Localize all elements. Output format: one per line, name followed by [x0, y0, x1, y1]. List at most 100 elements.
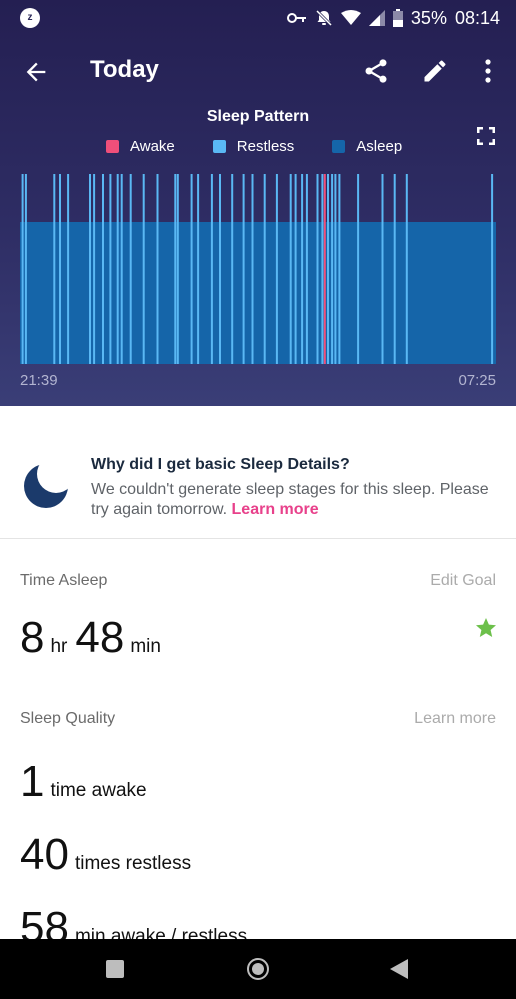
- chart-event-restless-15: [176, 174, 179, 364]
- section-divider: [0, 538, 516, 539]
- fullscreen-icon[interactable]: [474, 124, 498, 148]
- status-bar: z 35% 08:14: [0, 0, 516, 36]
- system-nav-bar: [0, 939, 516, 999]
- chart-event-restless-26: [294, 174, 297, 364]
- hours-value: 8: [20, 613, 45, 662]
- status-time: 08:14: [454, 7, 500, 28]
- chart-event-restless-27: [301, 174, 304, 364]
- chart-event-restless-14: [174, 174, 177, 364]
- chart-event-restless-5: [89, 174, 91, 364]
- awake-count-unit: time awake: [50, 780, 147, 801]
- legend-label-restless: Restless: [236, 138, 295, 155]
- chart-band-asleep: [20, 222, 496, 364]
- info-title: Why did I get basic Sleep Details?: [91, 456, 350, 473]
- legend-asleep: Asleep: [332, 138, 402, 155]
- chart-event-restless-32: [327, 174, 329, 364]
- home-button[interactable]: [247, 958, 269, 980]
- chart-event-restless-2: [53, 174, 56, 364]
- notifications-off-icon: [315, 9, 332, 27]
- legend-restless: Restless: [212, 138, 295, 155]
- chart-event-awake-31: [323, 174, 326, 364]
- chart-event-restless-22: [251, 174, 254, 364]
- chart-event-restless-8: [109, 174, 112, 364]
- sleep-pattern-chart: [20, 174, 496, 364]
- goal-star-icon: [476, 618, 496, 637]
- chart-event-restless-9: [116, 174, 119, 364]
- legend-awake: Awake: [106, 138, 175, 155]
- restless-count-value: 40: [20, 830, 69, 879]
- chart-event-restless-7: [102, 174, 104, 364]
- chart-event-restless-23: [263, 174, 266, 364]
- chart-event-restless-3: [59, 174, 61, 364]
- chart-event-restless-0: [21, 174, 24, 364]
- sleep-header: z 35% 08:14 Today Sleep Pattern Awake Re…: [0, 0, 516, 406]
- awake-count-row: 1 time awake: [20, 760, 155, 804]
- battery-icon: [392, 9, 403, 27]
- chart-event-restless-30: [321, 174, 324, 364]
- hours-unit: hr: [50, 636, 68, 657]
- share-icon[interactable]: [362, 57, 390, 85]
- wifi-icon: [340, 10, 361, 25]
- back-arrow-icon[interactable]: [22, 58, 50, 86]
- chart-event-restless-24: [275, 174, 278, 364]
- restless-count-row: 40 times restless: [20, 833, 199, 877]
- minutes-value: 48: [75, 613, 125, 662]
- chart-event-restless-16: [190, 174, 193, 364]
- minutes-unit: min: [130, 636, 161, 657]
- info-learn-more-link[interactable]: Learn more: [232, 501, 319, 518]
- chart-event-restless-25: [289, 174, 292, 364]
- chart-event-restless-20: [231, 174, 234, 364]
- legend-label-asleep: Asleep: [356, 138, 403, 155]
- legend-swatch-asleep: [332, 140, 346, 153]
- legend-label-awake: Awake: [130, 138, 175, 155]
- info-body: We couldn't generate sleep stages for th…: [91, 480, 491, 520]
- battery-percent: 35%: [410, 7, 447, 28]
- time-asleep-value: 8 hr 48 min: [20, 616, 169, 660]
- chart-event-restless-33: [331, 174, 334, 364]
- nav-back-button[interactable]: [390, 959, 408, 979]
- basic-sleep-info-card: Why did I get basic Sleep Details? We co…: [0, 438, 516, 538]
- chart-event-restless-38: [393, 174, 396, 364]
- chart-event-restless-40: [491, 174, 494, 364]
- recents-button[interactable]: [106, 960, 124, 978]
- chart-end-time: 07:25: [458, 372, 496, 389]
- moon-icon: [24, 464, 68, 508]
- sleep-quality-label: Sleep Quality: [20, 710, 116, 727]
- legend-swatch-awake: [106, 140, 119, 153]
- cell-signal-icon: [368, 10, 385, 26]
- chart-event-restless-18: [210, 174, 213, 364]
- restless-count-unit: times restless: [74, 853, 192, 874]
- chart-event-restless-17: [197, 174, 200, 364]
- awake-count-value: 1: [20, 757, 45, 806]
- vpn-key-icon: [286, 13, 306, 23]
- chart-event-restless-12: [142, 174, 145, 364]
- legend-swatch-restless: [212, 140, 226, 153]
- chart-event-restless-36: [357, 174, 360, 364]
- edit-goal-link[interactable]: Edit Goal: [430, 572, 496, 590]
- chart-event-restless-13: [156, 174, 159, 364]
- chart-legend: Awake Restless Asleep: [106, 138, 440, 155]
- chart-event-restless-19: [219, 174, 221, 364]
- chart-event-restless-34: [334, 174, 337, 364]
- chart-event-restless-21: [242, 174, 245, 364]
- time-asleep-label: Time Asleep: [20, 572, 108, 589]
- chart-event-restless-4: [67, 174, 70, 364]
- app-bar: Today: [0, 44, 516, 100]
- chart-event-restless-10: [120, 174, 123, 364]
- chart-event-restless-6: [93, 174, 96, 364]
- more-vert-icon[interactable]: [478, 57, 498, 85]
- chart-event-restless-39: [405, 174, 408, 364]
- chart-start-time: 21:39: [20, 372, 58, 389]
- chart-event-restless-28: [305, 174, 308, 364]
- chart-event-restless-37: [381, 174, 384, 364]
- chart-event-restless-29: [316, 174, 319, 364]
- status-icons: 35% 08:14: [286, 6, 500, 30]
- chart-title: Sleep Pattern: [206, 108, 310, 125]
- app-notification-icon: z: [20, 8, 40, 28]
- sleep-quality-learn-more-link[interactable]: Learn more: [414, 710, 496, 728]
- chart-event-restless-11: [129, 174, 132, 364]
- page-title: Today: [90, 56, 159, 83]
- edit-pencil-icon[interactable]: [421, 57, 449, 85]
- chart-event-restless-35: [338, 174, 341, 364]
- chart-event-restless-1: [24, 174, 27, 364]
